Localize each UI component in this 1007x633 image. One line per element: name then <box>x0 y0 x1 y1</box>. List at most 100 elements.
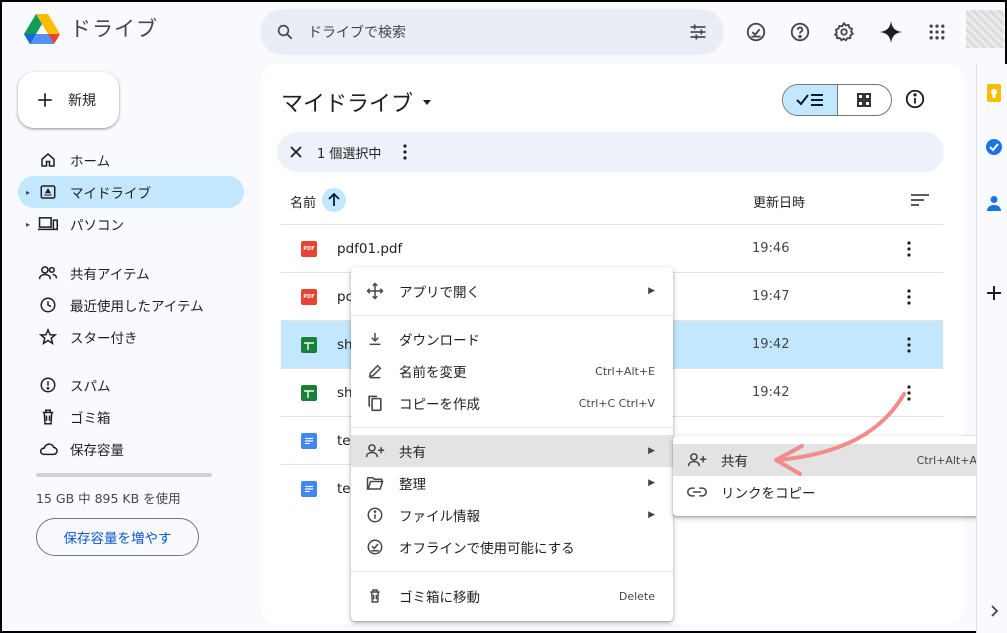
docs-file-icon <box>301 480 317 497</box>
menu-item-open-with[interactable]: アプリで開く ▶ <box>351 275 673 307</box>
menu-item-offline[interactable]: オフラインで使用可能にする <box>351 531 673 563</box>
sidebar-item-starred[interactable]: スター付き <box>18 321 244 353</box>
row-more-icon[interactable] <box>907 288 911 305</box>
menu-item-label: コピーを作成 <box>399 397 480 413</box>
keep-icon[interactable] <box>985 84 1003 102</box>
sidebar-item-label: マイドライブ <box>70 186 151 202</box>
clear-selection-icon[interactable] <box>289 145 303 159</box>
sidebar-item-home[interactable]: ホーム <box>18 144 244 176</box>
sidebar-item-my-drive[interactable]: ▸ マイドライブ <box>18 176 244 208</box>
menu-item-rename[interactable]: 名前を変更 Ctrl+Alt+E <box>351 355 673 387</box>
column-header-name[interactable]: 名前 <box>290 192 316 211</box>
gemini-sparkle-icon[interactable] <box>875 16 907 48</box>
docs-file-icon <box>301 432 317 449</box>
sidebar-item-label: 最近使用したアイテム <box>70 299 204 315</box>
sidebar-item-shared[interactable]: 共有アイテム <box>18 257 244 289</box>
menu-item-shortcut: Ctrl+C Ctrl+V <box>578 396 655 410</box>
new-button[interactable]: 新規 <box>18 72 119 128</box>
help-icon[interactable] <box>784 16 816 48</box>
sidebar-item-label: ホーム <box>70 154 111 170</box>
sidebar-item-trash[interactable]: ゴミ箱 <box>18 401 244 433</box>
spam-icon <box>38 375 58 395</box>
view-toggle[interactable] <box>782 84 892 116</box>
menu-item-organize[interactable]: 整理 ▶ <box>351 467 673 499</box>
column-header-modified[interactable]: 更新日時 <box>753 192 805 211</box>
file-row[interactable]: PDF pdf01.pdf 19:46 <box>281 224 943 272</box>
menu-item-file-info[interactable]: ファイル情報 ▶ <box>351 499 673 531</box>
add-addon-icon[interactable] <box>985 284 1003 302</box>
drive-logo-icon <box>24 14 60 44</box>
pdf-file-icon: PDF <box>301 240 317 257</box>
account-avatar[interactable] <box>966 10 1004 48</box>
settings-gear-icon[interactable] <box>828 16 860 48</box>
expand-caret-icon[interactable]: ▸ <box>26 188 30 197</box>
list-view-button[interactable] <box>783 85 838 115</box>
caret-down-icon <box>423 100 432 105</box>
offline-check-icon <box>363 538 387 556</box>
context-menu: アプリで開く ▶ ダウンロード 名前を変更 Ctrl+Alt+E コピーを作成 … <box>351 267 673 621</box>
sidebar-item-label: スター付き <box>70 331 138 347</box>
get-more-storage-button[interactable]: 保存容量を増やす <box>36 518 199 556</box>
search-options-icon[interactable] <box>688 22 708 42</box>
menu-item-label: アプリで開く <box>399 285 480 301</box>
sidebar-item-label: パソコン <box>70 218 124 234</box>
search-bar[interactable]: ドライブで検索 <box>260 9 724 55</box>
menu-divider <box>351 315 673 316</box>
contacts-icon[interactable] <box>985 194 1003 212</box>
menu-item-label: ダウンロード <box>399 333 480 349</box>
search-input[interactable]: ドライブで検索 <box>308 22 688 42</box>
drive-logo[interactable]: ドライブ <box>24 12 158 44</box>
move-arrows-icon <box>363 282 387 300</box>
tasks-icon[interactable] <box>985 138 1003 156</box>
menu-item-label: オフラインで使用可能にする <box>399 541 575 557</box>
menu-item-label: リンクをコピー <box>721 486 816 502</box>
computer-icon <box>38 214 58 234</box>
grid-view-button[interactable] <box>838 85 892 115</box>
new-button-label: 新規 <box>68 93 96 109</box>
info-icon[interactable] <box>904 88 926 110</box>
more-actions-icon[interactable] <box>403 144 408 160</box>
menu-divider <box>351 571 673 572</box>
offline-status-icon[interactable] <box>740 16 772 48</box>
submenu-arrow-icon: ▶ <box>648 286 655 296</box>
file-modified: 19:42 <box>752 337 790 352</box>
menu-item-shortcut: Ctrl+Alt+A <box>916 453 977 467</box>
trash-icon <box>38 407 58 427</box>
chevron-right-icon[interactable] <box>985 602 1003 620</box>
menu-item-shortcut: Ctrl+Alt+E <box>595 364 655 378</box>
sidebar-item-label: スパム <box>70 379 111 395</box>
sheets-file-icon <box>301 384 317 401</box>
sheets-file-icon <box>301 336 317 353</box>
apps-grid-icon[interactable] <box>921 16 953 48</box>
menu-item-make-copy[interactable]: コピーを作成 Ctrl+C Ctrl+V <box>351 387 673 419</box>
download-icon <box>363 331 387 347</box>
menu-item-move-to-trash[interactable]: ゴミ箱に移動 Delete <box>351 580 673 612</box>
pdf-file-icon: PDF <box>301 288 317 305</box>
menu-item-label: ファイル情報 <box>399 509 480 525</box>
sidebar-item-spam[interactable]: スパム <box>18 369 244 401</box>
selection-bar: 1 個選択中 <box>277 132 944 172</box>
menu-item-label: 共有 <box>399 445 426 461</box>
menu-item-shortcut: Delete <box>618 589 655 603</box>
page-title[interactable]: マイドライブ <box>281 86 433 118</box>
sidebar-item-recent[interactable]: 最近使用したアイテム <box>18 289 244 321</box>
sidebar-item-label: 共有アイテム <box>70 267 150 283</box>
sort-ascending-icon[interactable] <box>322 188 346 212</box>
page-title-text: マイドライブ <box>281 92 414 117</box>
clock-icon <box>38 295 58 315</box>
sidebar-item-storage[interactable]: 保存容量 <box>18 433 244 465</box>
shared-icon <box>38 263 58 283</box>
expand-caret-icon[interactable]: ▸ <box>26 220 30 229</box>
menu-item-label: 共有 <box>721 454 748 470</box>
cloud-icon <box>38 439 58 459</box>
submenu-item-copy-link[interactable]: リンクをコピー <box>673 476 995 508</box>
trash-icon <box>363 587 387 605</box>
menu-item-download[interactable]: ダウンロード <box>351 323 673 355</box>
row-more-icon[interactable] <box>907 336 911 353</box>
sort-options-icon[interactable] <box>910 193 930 207</box>
submenu-arrow-icon: ▶ <box>648 446 655 456</box>
sidebar-item-computers[interactable]: ▸ パソコン <box>18 208 244 240</box>
search-icon[interactable] <box>276 23 294 41</box>
menu-item-share[interactable]: 共有 ▶ <box>351 435 673 467</box>
row-more-icon[interactable] <box>907 240 911 257</box>
